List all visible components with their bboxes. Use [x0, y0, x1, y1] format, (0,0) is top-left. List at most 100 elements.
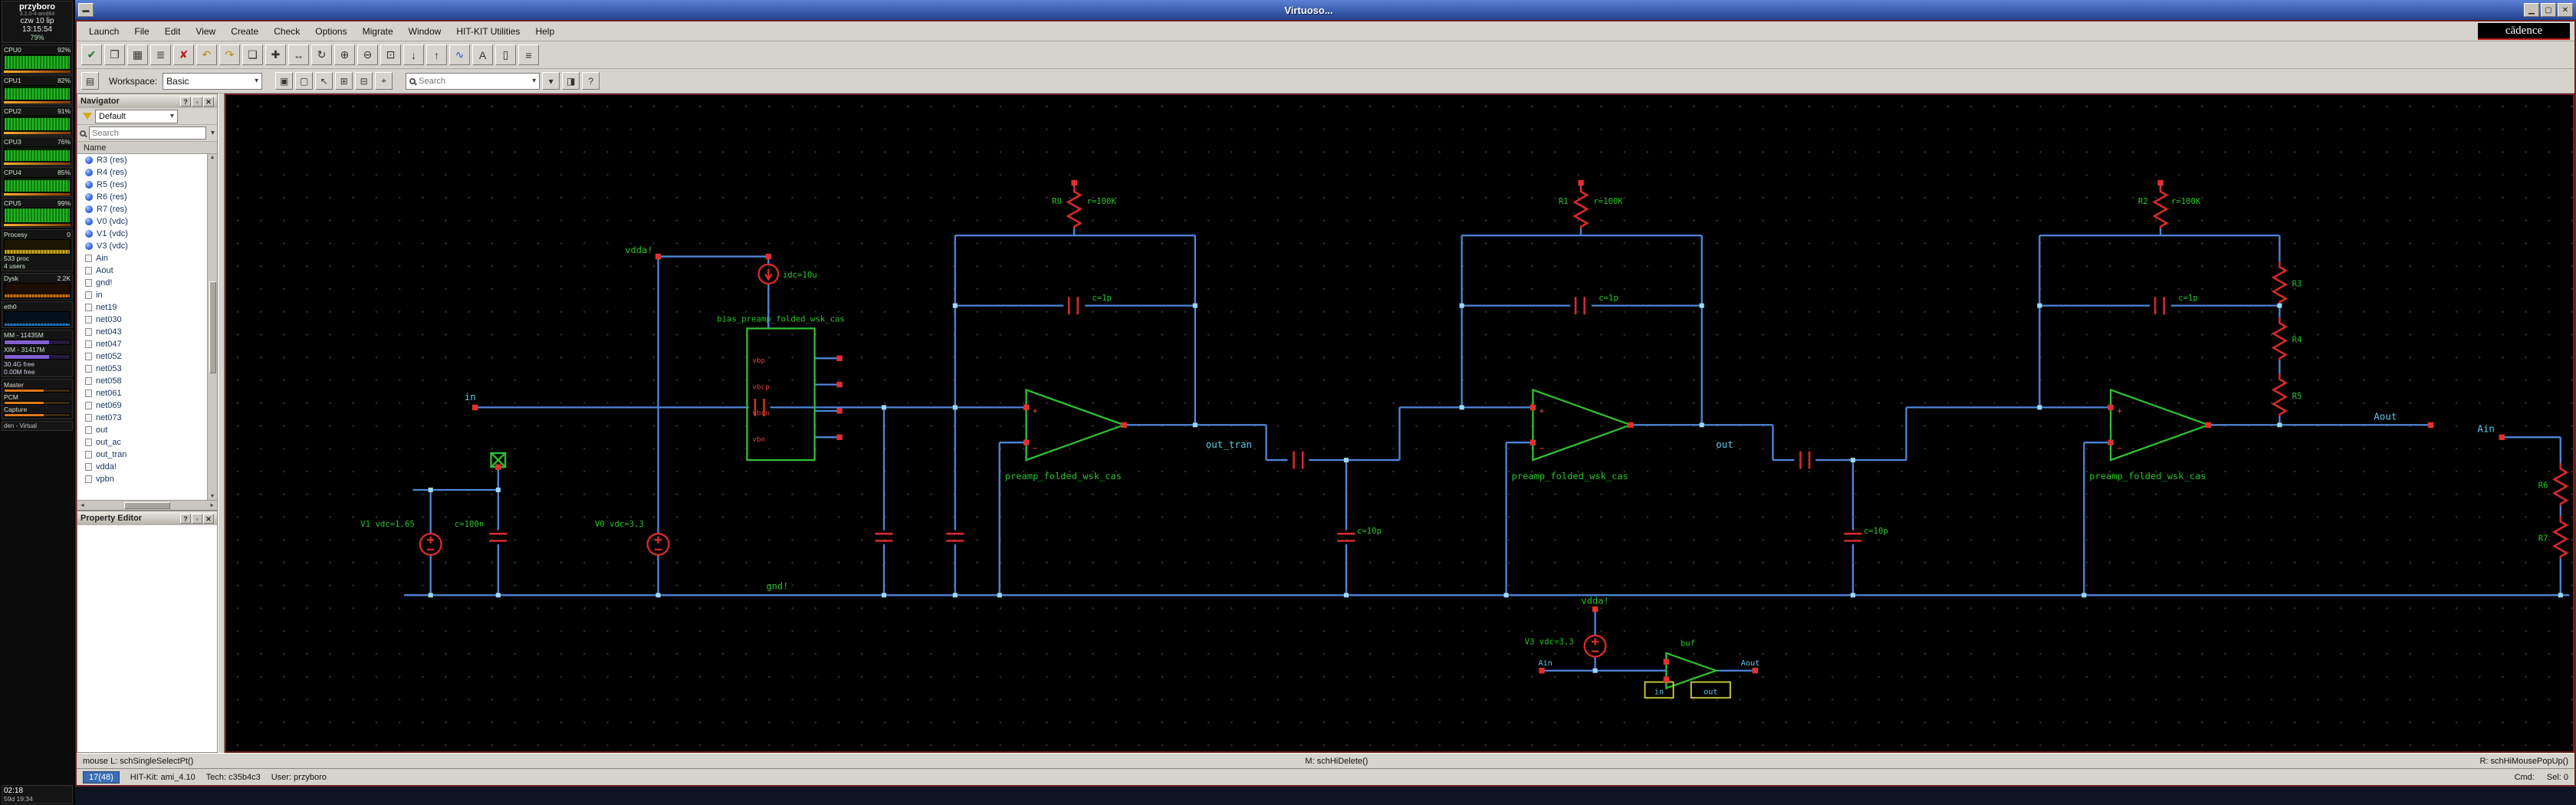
wire-icon[interactable]: ∿ — [449, 44, 470, 65]
window-menu-button[interactable]: ▬ — [78, 3, 94, 17]
tree-item[interactable]: net058 — [77, 375, 207, 387]
net-label-vdda-buffer[interactable]: vdda! — [1581, 596, 1608, 606]
stage1-res-name[interactable]: R0 — [1052, 197, 1062, 206]
menubar-item[interactable]: Migrate — [355, 25, 401, 38]
bias-instance-label[interactable]: bias_preamp_folded_wsk_cas — [717, 314, 845, 324]
tree-item[interactable]: net19 — [77, 301, 207, 314]
navigator-search-input[interactable] — [89, 127, 206, 140]
stage3-cap-value[interactable]: c=1p — [2178, 294, 2198, 303]
buffer-instance-label[interactable]: buf — [1681, 639, 1695, 649]
menubar-item[interactable]: Edit — [157, 25, 189, 38]
stage1-cap-value[interactable]: c=1p — [1092, 294, 1112, 303]
stage1-instance-label[interactable]: preamp_folded_wsk_cas — [1005, 471, 1122, 481]
menubar-item[interactable]: Check — [266, 25, 307, 38]
scrollbar-thumb[interactable] — [209, 281, 216, 373]
tree-item[interactable]: out_tran — [77, 449, 207, 461]
tree-item[interactable]: net069 — [77, 399, 207, 412]
divider-res-name[interactable]: R3 — [2292, 280, 2302, 289]
stretch-icon[interactable]: ↔ — [288, 44, 309, 65]
open-icon[interactable]: ❐ — [104, 44, 125, 65]
schematic[interactable]: vdda! idc=10u bias_preamp_folded_wsk_cas… — [226, 95, 2573, 751]
tree-item[interactable]: out_ac — [77, 436, 207, 449]
zoom-in-icon[interactable]: ⊕ — [334, 44, 355, 65]
tree-item[interactable]: net073 — [77, 412, 207, 424]
redo-icon[interactable]: ↷ — [219, 44, 240, 65]
bias-current-label[interactable]: idc=10u — [783, 271, 817, 280]
search-input[interactable] — [419, 76, 528, 86]
select-hollow-icon[interactable]: ▢ — [295, 72, 314, 90]
mixer-slider[interactable] — [4, 401, 71, 405]
tree-item[interactable]: R6 (res) — [77, 191, 207, 203]
divider-res-name[interactable]: R4 — [2292, 336, 2302, 345]
mixer-slider[interactable] — [4, 413, 71, 417]
tree-item[interactable]: out — [77, 424, 207, 436]
tree-item[interactable]: V0 (vdc) — [77, 215, 207, 228]
stage2-cap-value[interactable]: c=1p — [1598, 294, 1618, 303]
label-icon[interactable]: A — [472, 44, 493, 65]
menubar-item[interactable]: File — [127, 25, 156, 38]
stage1-res-value[interactable]: r=100K — [1086, 197, 1116, 206]
chain-res-name[interactable]: R6 — [2538, 481, 2548, 491]
tree-item[interactable]: vpbn — [77, 473, 207, 485]
copy-icon[interactable]: ❏ — [242, 44, 263, 65]
tree-item[interactable]: gnd! — [77, 277, 207, 289]
help-icon[interactable]: ? — [582, 72, 600, 90]
tree-item[interactable]: net053 — [77, 363, 207, 375]
boxed-net-label-in[interactable]: in — [1654, 688, 1664, 697]
vertical-scrollbar[interactable]: ▲ ▼ — [207, 154, 217, 500]
zoom-prev-icon[interactable]: ⊟ — [355, 72, 373, 90]
net-label-aout-buffer[interactable]: Aout — [1741, 659, 1760, 668]
select-filled-icon[interactable]: ▣ — [275, 72, 294, 90]
undo-icon[interactable]: ↶ — [196, 44, 217, 65]
stage1-shunt-value[interactable]: c=10p — [1357, 527, 1382, 536]
float-button[interactable]: ▫ — [192, 96, 202, 107]
close-button[interactable]: ✕ — [203, 513, 214, 524]
mixer-slider[interactable] — [4, 389, 71, 393]
help-button[interactable]: ? — [180, 513, 191, 524]
net-label-in[interactable]: in — [465, 391, 476, 402]
workspace-select[interactable]: Basic ▾ — [163, 72, 263, 90]
source-v0-label[interactable]: V0 vdc=3.3 — [595, 520, 644, 529]
menubar-item[interactable]: HIT-KIT Utilities — [449, 25, 527, 38]
workspace-icon[interactable]: ▤ — [81, 72, 99, 90]
menubar-item[interactable]: Create — [223, 25, 266, 38]
net-label-ain[interactable]: Ain — [2477, 423, 2495, 435]
menubar-item[interactable]: View — [188, 25, 223, 38]
save-icon[interactable]: ▦ — [127, 44, 148, 65]
delete-icon[interactable]: ✘ — [173, 44, 194, 65]
tree-item[interactable]: R3 (res) — [77, 154, 207, 166]
ascend-icon[interactable]: ↑ — [426, 44, 447, 65]
scroll-up-icon[interactable]: ▲ — [209, 154, 217, 161]
move-icon[interactable]: ✚ — [265, 44, 286, 65]
titlebar[interactable]: ▬ Virtuoso... ▁ ▢ ✕ — [75, 0, 2576, 20]
tree-header[interactable]: Name — [77, 142, 217, 154]
zoom-fit-icon[interactable]: ⊡ — [380, 44, 401, 65]
close-button[interactable]: ✕ — [203, 96, 214, 107]
tree-item[interactable]: V3 (vdc) — [77, 240, 207, 252]
schematic-canvas[interactable]: vdda! idc=10u bias_preamp_folded_wsk_cas… — [225, 94, 2574, 753]
menubar-item[interactable]: Window — [401, 25, 449, 38]
search-options-icon[interactable]: ▾ — [542, 72, 560, 90]
stage2-res-name[interactable]: R1 — [1559, 197, 1569, 206]
zoom-out-icon[interactable]: ⊖ — [357, 44, 378, 65]
minimize-button[interactable]: ▁ — [2524, 3, 2539, 17]
tree-item[interactable]: vdda! — [77, 461, 207, 473]
scrollbar-thumb[interactable] — [124, 501, 170, 509]
scroll-down-icon[interactable]: ▼ — [209, 493, 217, 500]
print-icon[interactable]: ≣ — [150, 44, 171, 65]
float-button[interactable]: ▫ — [192, 513, 202, 524]
tree-item[interactable]: R4 (res) — [77, 166, 207, 179]
stage2-res-value[interactable]: r=100K — [1593, 197, 1623, 206]
tree-item[interactable]: R7 (res) — [77, 203, 207, 215]
tree-item[interactable]: R5 (res) — [77, 179, 207, 191]
divider-res-name[interactable]: R5 — [2292, 392, 2302, 401]
menubar-item[interactable]: Help — [527, 25, 562, 38]
menubar-item[interactable]: Options — [307, 25, 354, 38]
pointer-icon[interactable]: ↖ — [315, 72, 334, 90]
navigator-titlebar[interactable]: Navigator ? ▫ ✕ — [77, 94, 217, 108]
input-cap-label[interactable]: c=100n — [455, 520, 484, 529]
source-v1-label[interactable]: V1 vdc=1.65 — [360, 520, 415, 529]
tree-item[interactable]: net052 — [77, 350, 207, 363]
tree-item[interactable]: in — [77, 289, 207, 301]
tree-item[interactable]: net047 — [77, 338, 207, 350]
